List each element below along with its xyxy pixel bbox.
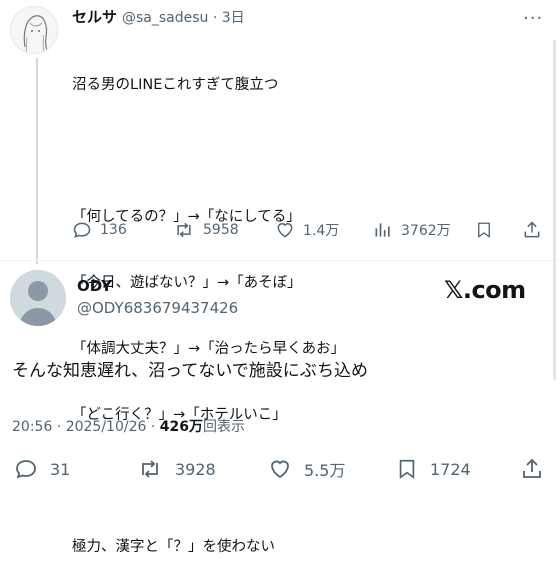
bookmark-button[interactable] (475, 218, 493, 242)
tweet-meta: 20:56 · 2025/10/26 · 426万回表示 (12, 416, 245, 436)
reply-count: 136 (100, 222, 127, 238)
repost-count: 3928 (175, 459, 216, 479)
views-label: 回表示 (202, 419, 245, 435)
bookmark-icon (399, 459, 415, 479)
tweet-text: そんな知恵遅れ、沼ってないで施設にぶち込め (12, 361, 368, 381)
scrollbar[interactable] (553, 40, 556, 380)
share-button[interactable] (520, 456, 544, 482)
repost-icon (177, 222, 191, 238)
repost-icon (142, 460, 158, 478)
author-name[interactable]: セルサ (72, 6, 117, 27)
avatar[interactable] (10, 6, 58, 54)
reply-icon (73, 222, 91, 238)
share-icon (524, 221, 540, 238)
views-button[interactable]: 3762万 (373, 218, 451, 242)
reply-button[interactable]: 31 (14, 456, 70, 482)
author-handle[interactable]: @sa_sadesu · 3日 (122, 7, 245, 27)
views-count: 426万 (159, 419, 203, 435)
author-handle[interactable]: @ODY683679437426 (77, 299, 238, 317)
more-icon[interactable]: ··· (523, 8, 543, 29)
reply-icon (16, 460, 36, 479)
bookmark-button[interactable]: 1724 (396, 456, 471, 482)
tweet-timestamp[interactable]: 20:56 · 2025/10/26 · (12, 419, 160, 435)
reply-count: 31 (50, 459, 71, 479)
views-count: 3762万 (401, 223, 451, 239)
tweet-line: 極力、漢字と「？」を使わない (72, 539, 275, 555)
share-button[interactable] (522, 218, 542, 242)
tweet-line (72, 140, 345, 162)
thread-line (36, 58, 38, 264)
like-count: 1.4万 (303, 223, 340, 239)
like-count: 5.5万 (304, 461, 346, 480)
tweet-line: 沼る男のLINEこれすぎて腹立つ (72, 77, 279, 93)
repost-count: 5958 (203, 222, 239, 238)
bookmark-count: 1724 (430, 459, 471, 479)
like-icon (271, 460, 289, 479)
like-icon (277, 223, 293, 238)
bookmark-icon (478, 222, 490, 239)
divider (0, 260, 560, 261)
like-button[interactable]: 5.5万 (268, 456, 345, 482)
views-icon (375, 223, 390, 237)
reply-button[interactable]: 136 (72, 218, 127, 242)
share-icon (523, 458, 541, 478)
author-name[interactable]: ODY (77, 277, 112, 295)
repost-button[interactable]: 3928 (137, 456, 216, 482)
repost-button[interactable]: 5958 (173, 218, 239, 242)
x-logo: 𝕏.com (444, 276, 526, 304)
like-button[interactable]: 1.4万 (275, 218, 339, 242)
tweet-line: 「今日、遊ばない？」→「あそぼ」 (72, 275, 302, 291)
avatar[interactable] (10, 270, 66, 326)
